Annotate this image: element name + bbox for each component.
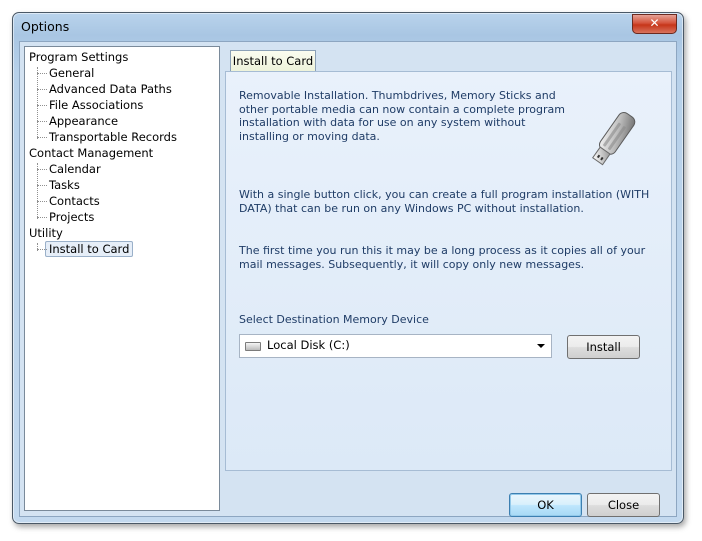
chevron-down-icon[interactable] bbox=[537, 344, 545, 348]
tree-item-file-associations[interactable]: File Associations bbox=[36, 97, 143, 113]
tree-item-calendar[interactable]: Calendar bbox=[37, 161, 101, 177]
tree-item-transportable-records[interactable]: Transportable Records bbox=[37, 129, 177, 145]
device-select[interactable]: Local Disk (C:) bbox=[239, 334, 552, 358]
options-window: Options ✕ Program Settings General Advan… bbox=[12, 12, 684, 524]
close-button[interactable]: Close bbox=[587, 493, 660, 517]
tree-group-utility[interactable]: Utility bbox=[29, 225, 63, 241]
tree-item-appearance[interactable]: Appearance bbox=[36, 113, 118, 129]
tree-group-program-settings[interactable]: Program Settings bbox=[29, 49, 128, 65]
dialog-client-area: Program Settings General Advanced Data P… bbox=[19, 41, 677, 517]
window-close-button[interactable]: ✕ bbox=[632, 14, 677, 34]
device-select-value: Local Disk (C:) bbox=[267, 338, 350, 352]
settings-tree[interactable]: Program Settings General Advanced Data P… bbox=[24, 46, 220, 511]
ok-button[interactable]: OK bbox=[509, 493, 582, 517]
usb-drive-icon bbox=[592, 112, 636, 166]
install-to-card-panel: Removable Installation. Thumbdrives, Mem… bbox=[225, 71, 672, 471]
tree-item-general[interactable]: General bbox=[36, 65, 94, 81]
select-device-label: Select Destination Memory Device bbox=[239, 313, 429, 326]
tree-item-contacts[interactable]: Contacts bbox=[37, 193, 100, 209]
hard-drive-icon bbox=[245, 342, 261, 351]
tree-item-advanced-data-paths[interactable]: Advanced Data Paths bbox=[37, 81, 172, 97]
tab-install-to-card[interactable]: Install to Card bbox=[230, 50, 316, 71]
title-bar[interactable]: Options ✕ bbox=[13, 13, 683, 41]
tree-connector bbox=[37, 67, 38, 139]
tree-item-tasks[interactable]: Tasks bbox=[37, 177, 80, 193]
feature-paragraph: With a single button click, you can crea… bbox=[239, 188, 650, 215]
window-title: Options bbox=[21, 19, 70, 34]
note-paragraph: The first time you run this it may be a … bbox=[239, 244, 646, 271]
tree-connector bbox=[37, 163, 38, 219]
intro-paragraph: Removable Installation. Thumbdrives, Mem… bbox=[239, 89, 565, 143]
install-button[interactable]: Install bbox=[567, 335, 640, 359]
tree-item-install-to-card-label: Install to Card bbox=[45, 241, 134, 257]
tree-item-projects[interactable]: Projects bbox=[36, 209, 94, 225]
tree-group-contact-management[interactable]: Contact Management bbox=[29, 145, 153, 161]
tree-item-install-to-card[interactable]: Install to Card bbox=[36, 241, 134, 257]
